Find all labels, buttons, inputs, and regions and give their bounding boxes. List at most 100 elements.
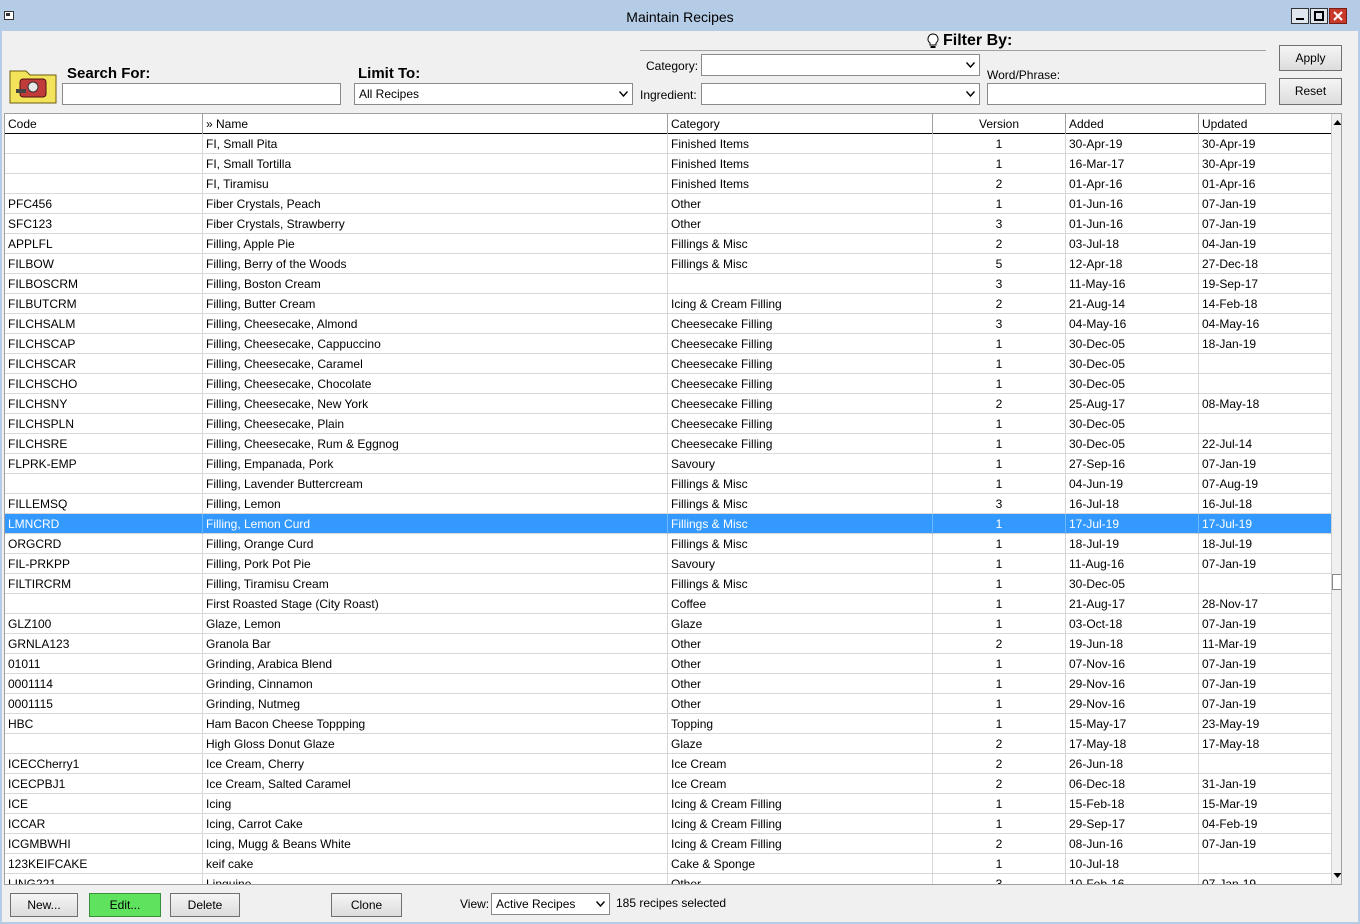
table-row[interactable]: FILCHSPLN Filling, Cheesecake, Plain Chees…	[5, 414, 1331, 434]
close-button[interactable]	[1329, 8, 1347, 24]
table-row[interactable]: 01011 Grinding, Arabica Blend Other 1 07-Nov…	[5, 654, 1331, 674]
cell-updated	[1199, 354, 1331, 374]
table-row[interactable]: FILCHSCAR Filling, Cheesecake, Caramel Che…	[5, 354, 1331, 374]
new-button[interactable]: New...	[10, 893, 78, 917]
table-row[interactable]: LMNCRD Filling, Lemon Curd Fillings & Misc…	[5, 514, 1331, 534]
cell-category: Glaze	[668, 734, 933, 754]
table-row[interactable]: GLZ100 Glaze, Lemon Glaze 1 03-Oct-18 07-Jan-…	[5, 614, 1331, 634]
search-input[interactable]	[62, 83, 341, 105]
cell-name: Glaze, Lemon	[203, 614, 668, 634]
limit-select[interactable]: All Recipes	[354, 83, 633, 105]
table-row[interactable]: GRNLA123 Granola Bar Other 2 19-Jun-18 11-Mar…	[5, 634, 1331, 654]
table-row[interactable]: FILCHSCHO Filling, Cheesecake, Chocolate C…	[5, 374, 1331, 394]
table-row[interactable]: 123KEIFCAKE keif cake Cake & Sponge 1 10-Jul…	[5, 854, 1331, 874]
table-row[interactable]: Filling, Lavender Buttercream Fillings & …	[5, 474, 1331, 494]
table-row[interactable]: FI, Tiramisu Finished Items 2 01-Apr-16 01-A…	[5, 174, 1331, 194]
table-row[interactable]: 0001115 Grinding, Nutmeg Other 1 29-Nov-16 07…	[5, 694, 1331, 714]
cell-updated: 19-Sep-17	[1202, 277, 1259, 291]
cell-category: Other	[668, 654, 933, 674]
cell-name: Filling, Cheesecake, Caramel	[203, 354, 668, 374]
cell-added: 18-Jul-19	[1066, 534, 1199, 554]
cell-code: FILBOW	[5, 254, 203, 274]
table-row[interactable]: HBC Ham Bacon Cheese Toppping Topping 1 15-M…	[5, 714, 1331, 734]
cell-updated: 07-Jan-19	[1202, 877, 1257, 885]
view-select-value: Active Recipes	[496, 897, 576, 911]
maximize-button[interactable]	[1310, 8, 1328, 24]
scroll-down-icon[interactable]	[1332, 868, 1342, 882]
cell-version: 2	[933, 734, 1066, 754]
chevron-down-icon	[966, 91, 975, 97]
table-row[interactable]: FI, Small Pita Finished Items 1 30-Apr-19 30…	[5, 134, 1331, 154]
table-row[interactable]: FILTIRCRM Filling, Tiramisu Cream Fillings…	[5, 574, 1331, 594]
column-header-version[interactable]: Version	[933, 114, 1066, 134]
delete-button[interactable]: Delete	[170, 893, 240, 917]
table-row[interactable]: FILBOSCRM Filling, Boston Cream 3 11-May-16…	[5, 274, 1331, 294]
vertical-scrollbar[interactable]	[1331, 114, 1342, 884]
table-row[interactable]: ICCAR Icing, Carrot Cake Icing & Cream Fil…	[5, 814, 1331, 834]
cell-updated: 07-Jan-19	[1202, 557, 1257, 571]
table-row[interactable]: FILBOW Filling, Berry of the Woods Filling…	[5, 254, 1331, 274]
table-row[interactable]: First Roasted Stage (City Roast) Coffee 1 2…	[5, 594, 1331, 614]
cell-updated: 23-May-19	[1202, 717, 1260, 731]
cell-version: 1	[933, 414, 1066, 434]
cell-added: 03-Jul-18	[1066, 234, 1199, 254]
cell-added: 30-Apr-19	[1066, 134, 1199, 154]
cell-added: 29-Sep-17	[1066, 814, 1199, 834]
table-row[interactable]: SFC123 Fiber Crystals, Strawberry Other 3 01…	[5, 214, 1331, 234]
cell-updated: 18-Jul-19	[1202, 537, 1253, 551]
table-row[interactable]: FILCHSALM Filling, Cheesecake, Almond Chee…	[5, 314, 1331, 334]
column-header-added[interactable]: Added	[1066, 114, 1199, 134]
cell-name: Fiber Crystals, Peach	[203, 194, 668, 214]
table-row[interactable]: FI, Small Tortilla Finished Items 1 16-Mar-…	[5, 154, 1331, 174]
cell-category: Icing & Cream Filling	[668, 294, 933, 314]
table-row[interactable]: ICECPBJ1 Ice Cream, Salted Caramel Ice Cre…	[5, 774, 1331, 794]
title-bar[interactable]: Maintain Recipes	[0, 0, 1360, 31]
cell-category: Other	[668, 634, 933, 654]
word-phrase-input[interactable]	[987, 83, 1266, 105]
view-select[interactable]: Active Recipes	[491, 893, 610, 915]
cell-category: Fillings & Misc	[668, 494, 933, 514]
column-header-updated[interactable]: Updated	[1199, 114, 1331, 134]
cell-name: Filling, Boston Cream	[203, 274, 668, 294]
category-select[interactable]	[701, 54, 980, 76]
cell-name: Icing	[203, 794, 668, 814]
cell-name: Filling, Tiramisu Cream	[203, 574, 668, 594]
table-row[interactable]: 0001114 Grinding, Cinnamon Other 1 29-Nov-16…	[5, 674, 1331, 694]
cell-code: ICE	[5, 794, 203, 814]
table-row[interactable]: ICGMBWHI Icing, Mugg & Beans White Icing &…	[5, 834, 1331, 854]
table-row[interactable]: FILCHSNY Filling, Cheesecake, New York Che…	[5, 394, 1331, 414]
table-row[interactable]: ORGCRD Filling, Orange Curd Fillings & Mis…	[5, 534, 1331, 554]
table-row[interactable]: FILBUTCRM Filling, Butter Cream Icing & Cr…	[5, 294, 1331, 314]
table-row[interactable]: FILCHSRE Filling, Cheesecake, Rum & Eggno…	[5, 434, 1331, 454]
cell-added: 17-Jul-19	[1066, 514, 1199, 534]
column-header-category[interactable]: Category	[668, 114, 933, 134]
table-row[interactable]: PFC456 Fiber Crystals, Peach Other 1 01-Jun-…	[5, 194, 1331, 214]
apply-button[interactable]: Apply	[1279, 45, 1342, 71]
table-row[interactable]: FILCHSCAP Filling, Cheesecake, Cappuccino…	[5, 334, 1331, 354]
edit-button[interactable]: Edit...	[89, 893, 161, 917]
cell-version: 1	[933, 334, 1066, 354]
table-row[interactable]: ICE Icing Icing & Cream Filling 1 15-Feb-18 1…	[5, 794, 1331, 814]
table-row[interactable]: LING221 Linguine Other 3 10-Feb-16 07-Jan-19	[5, 874, 1331, 885]
table-row[interactable]: High Gloss Donut Glaze Glaze 2 17-May-18 17-…	[5, 734, 1331, 754]
cell-version: 1	[933, 534, 1066, 554]
table-row[interactable]: APPLFL Filling, Apple Pie Fillings & Misc 2…	[5, 234, 1331, 254]
cell-updated: 27-Dec-18	[1202, 257, 1259, 271]
column-header-name[interactable]: » Name	[203, 114, 668, 134]
reset-button[interactable]: Reset	[1279, 78, 1342, 105]
ingredient-select[interactable]	[701, 83, 980, 105]
cell-name: Filling, Empanada, Pork	[203, 454, 668, 474]
recipe-count-status: 185 recipes selected	[616, 896, 727, 910]
cell-category: Other	[668, 874, 933, 884]
category-label: Category:	[646, 59, 699, 73]
table-row[interactable]: FILLEMSQ Filling, Lemon Fillings & Misc 3 16…	[5, 494, 1331, 514]
column-header-code[interactable]: Code	[5, 114, 203, 134]
table-row[interactable]: FLPRK-EMP Filling, Empanada, Pork Savoury 1…	[5, 454, 1331, 474]
scroll-thumb[interactable]	[1332, 574, 1341, 590]
minimize-button[interactable]	[1291, 8, 1309, 24]
table-row[interactable]: FIL-PRKPP Filling, Pork Pot Pie Savoury 1 11…	[5, 554, 1331, 574]
cell-added: 10-Feb-16	[1066, 874, 1199, 884]
table-row[interactable]: ICECCherry1 Ice Cream, Cherry Ice Cream 2 26…	[5, 754, 1331, 774]
scroll-up-icon[interactable]	[1332, 116, 1342, 130]
clone-button[interactable]: Clone	[331, 893, 402, 917]
